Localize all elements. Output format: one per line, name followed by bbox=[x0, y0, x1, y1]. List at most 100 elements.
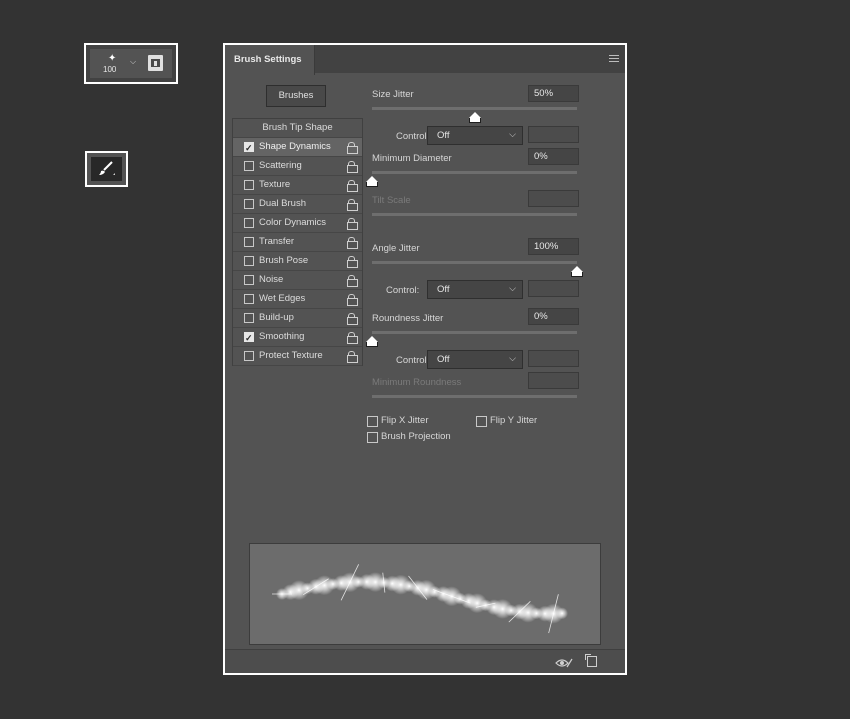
brush-option-wet-edges[interactable]: Wet Edges bbox=[233, 290, 362, 309]
tilt-scale-label: Tilt Scale bbox=[372, 195, 411, 206]
size-control-extra-input bbox=[528, 126, 579, 143]
size-control-select[interactable]: Off ⌵ bbox=[427, 126, 523, 145]
option-checkbox[interactable] bbox=[244, 237, 254, 247]
angle-control-select[interactable]: Off ⌵ bbox=[427, 280, 523, 299]
flip-x-jitter-checkbox[interactable]: Flip X Jitter bbox=[367, 415, 429, 427]
chevron-down-icon[interactable]: ⌵ bbox=[130, 57, 136, 67]
option-checkbox[interactable] bbox=[244, 294, 254, 304]
minimum-roundness-slider bbox=[372, 395, 577, 398]
angle-jitter-slider[interactable] bbox=[372, 261, 577, 264]
brush-tool-inner[interactable] bbox=[91, 157, 122, 181]
option-checkbox[interactable] bbox=[244, 275, 254, 285]
chevron-down-icon: ⌵ bbox=[509, 283, 516, 293]
angle-control-value: Off bbox=[437, 284, 450, 295]
option-checkbox[interactable] bbox=[244, 329, 254, 347]
control-label: Control: bbox=[396, 131, 430, 142]
panel-footer bbox=[225, 649, 625, 673]
brushes-button[interactable]: Brushes bbox=[266, 85, 326, 107]
option-checkbox[interactable] bbox=[244, 313, 254, 323]
tilt-scale-input bbox=[528, 190, 579, 207]
chevron-down-icon: ⌵ bbox=[509, 129, 516, 139]
brush-settings-panel: Brush Settings Brushes Brush Tip Shape S… bbox=[223, 43, 627, 675]
brush-tool-button[interactable] bbox=[85, 151, 128, 187]
brush-option-build-up[interactable]: Build-up bbox=[233, 309, 362, 328]
eye-toggle-icon[interactable] bbox=[555, 658, 573, 668]
option-label: Transfer bbox=[259, 236, 295, 247]
lock-icon[interactable] bbox=[347, 332, 358, 344]
option-checkbox[interactable] bbox=[244, 199, 254, 209]
option-checkbox[interactable] bbox=[244, 218, 254, 228]
minimum-diameter-slider[interactable] bbox=[372, 171, 577, 174]
stroke-preview-image bbox=[272, 564, 568, 634]
new-brush-icon[interactable] bbox=[585, 654, 597, 667]
preset-folder-icon[interactable] bbox=[148, 55, 163, 71]
brush-option-texture[interactable]: Texture bbox=[233, 176, 362, 195]
option-checkbox[interactable] bbox=[244, 351, 254, 361]
option-label: Brush Pose bbox=[259, 255, 309, 266]
option-label: Wet Edges bbox=[259, 293, 306, 304]
brush-tool-icon bbox=[99, 161, 115, 175]
lock-icon[interactable] bbox=[347, 313, 358, 325]
flip-y-jitter-checkbox[interactable]: Flip Y Jitter bbox=[476, 415, 537, 427]
panel-header: Brush Settings bbox=[225, 45, 625, 75]
lock-icon[interactable] bbox=[347, 351, 358, 363]
brush-option-dual-brush[interactable]: Dual Brush bbox=[233, 195, 362, 214]
size-jitter-slider[interactable] bbox=[372, 107, 577, 110]
preset-picker-inner[interactable]: ✦ 100 ⌵ bbox=[90, 49, 172, 78]
option-label: Color Dynamics bbox=[259, 217, 327, 228]
brush-projection-checkbox[interactable]: Brush Projection bbox=[367, 431, 451, 443]
minimum-roundness-label: Minimum Roundness bbox=[372, 377, 462, 388]
option-checkbox[interactable] bbox=[244, 139, 254, 157]
size-jitter-input[interactable]: 50% bbox=[528, 85, 579, 102]
lock-icon[interactable] bbox=[347, 199, 358, 211]
option-label: Dual Brush bbox=[259, 198, 306, 209]
option-label: Scattering bbox=[259, 160, 302, 171]
brush-option-noise[interactable]: Noise bbox=[233, 271, 362, 290]
brush-option-scattering[interactable]: Scattering bbox=[233, 157, 362, 176]
hamburger-menu-icon[interactable] bbox=[609, 55, 619, 64]
tab-brush-settings[interactable]: Brush Settings bbox=[225, 45, 315, 75]
minimum-diameter-input[interactable]: 0% bbox=[528, 148, 579, 165]
option-checkbox[interactable] bbox=[244, 256, 254, 266]
angle-jitter-label: Angle Jitter bbox=[372, 243, 420, 254]
lock-icon[interactable] bbox=[347, 294, 358, 306]
chevron-down-icon: ⌵ bbox=[509, 353, 516, 363]
brush-option-brush-pose[interactable]: Brush Pose bbox=[233, 252, 362, 271]
lock-icon[interactable] bbox=[347, 180, 358, 192]
brush-option-shape-dynamics[interactable]: Shape Dynamics bbox=[233, 138, 362, 157]
size-control-value: Off bbox=[437, 130, 450, 141]
brush-option-protect-texture[interactable]: Protect Texture bbox=[233, 347, 362, 366]
lock-icon[interactable] bbox=[347, 256, 358, 268]
brush-option-transfer[interactable]: Transfer bbox=[233, 233, 362, 252]
brush-preview-icon: ✦ bbox=[108, 53, 117, 64]
roundness-jitter-slider[interactable] bbox=[372, 331, 577, 334]
angle-control-extra-input bbox=[528, 280, 579, 297]
tool-preset-picker[interactable]: ✦ 100 ⌵ bbox=[84, 43, 178, 84]
lock-icon[interactable] bbox=[347, 237, 358, 249]
option-label: Shape Dynamics bbox=[259, 141, 331, 152]
roundness-control-value: Off bbox=[437, 354, 450, 365]
roundness-control-select[interactable]: Off ⌵ bbox=[427, 350, 523, 369]
brush-option-smoothing[interactable]: Smoothing bbox=[233, 328, 362, 347]
roundness-jitter-input[interactable]: 0% bbox=[528, 308, 579, 325]
control-label: Control: bbox=[396, 355, 430, 366]
lock-icon[interactable] bbox=[347, 275, 358, 287]
roundness-jitter-label: Roundness Jitter bbox=[372, 313, 444, 324]
lock-icon[interactable] bbox=[347, 218, 358, 230]
option-label: Build-up bbox=[259, 312, 294, 323]
option-checkbox[interactable] bbox=[244, 161, 254, 171]
roundness-control-extra-input bbox=[528, 350, 579, 367]
lock-icon[interactable] bbox=[347, 161, 358, 173]
lock-icon[interactable] bbox=[347, 142, 358, 154]
option-checkbox[interactable] bbox=[244, 180, 254, 190]
brush-size-label: 100 bbox=[103, 65, 117, 74]
size-jitter-label: Size Jitter bbox=[372, 89, 414, 100]
brush-option-color-dynamics[interactable]: Color Dynamics bbox=[233, 214, 362, 233]
angle-jitter-input[interactable]: 100% bbox=[528, 238, 579, 255]
minimum-diameter-label: Minimum Diameter bbox=[372, 153, 452, 164]
option-label: Noise bbox=[259, 274, 284, 285]
minimum-roundness-input bbox=[528, 372, 579, 389]
option-label: Smoothing bbox=[259, 331, 305, 342]
option-label: Protect Texture bbox=[259, 350, 323, 361]
brush-tip-shape-item[interactable]: Brush Tip Shape bbox=[233, 119, 362, 138]
